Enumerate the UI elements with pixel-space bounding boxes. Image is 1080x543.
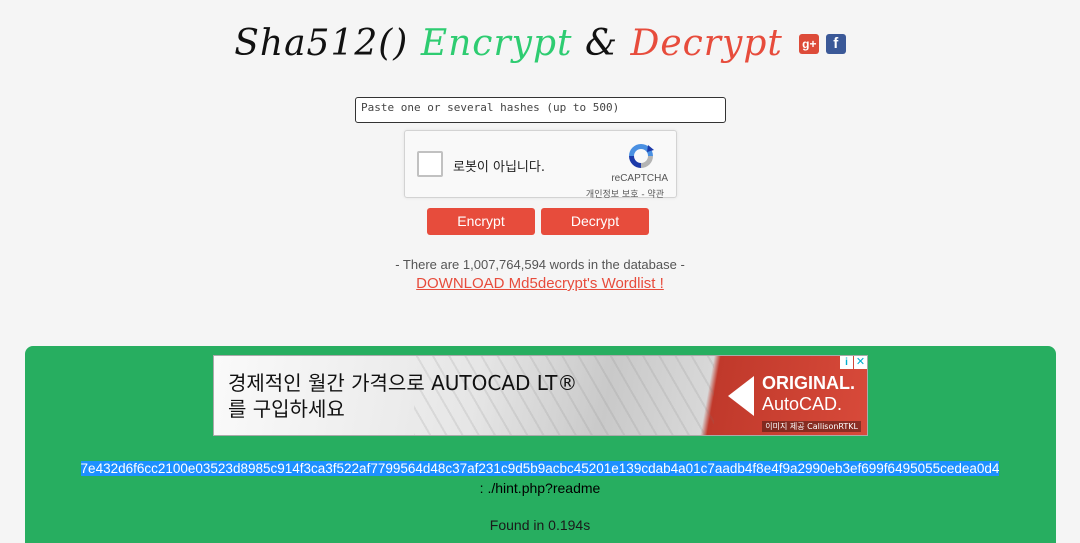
download-wordlist: DOWNLOAD Md5decrypt's Wordlist !	[0, 275, 1080, 292]
facebook-icon[interactable]: f	[825, 34, 846, 54]
ad-arrow-icon	[728, 376, 754, 416]
recaptcha-widget: 로봇이 아닙니다. reCAPTCHA 개인정보 보호 - 약관	[404, 130, 677, 200]
title-encrypt: Encrypt	[420, 23, 573, 64]
ad-headline-line2: 를 구입하세요	[228, 397, 345, 421]
ad-image-credit: 이미지 제공 CallisonRTKL	[762, 421, 861, 432]
database-count: - There are 1,007,764,594 words in the d…	[395, 257, 685, 272]
google-plus-icon[interactable]: g+	[799, 34, 820, 54]
recaptcha-checkbox[interactable]	[417, 151, 443, 177]
result-decoded-value: : ./hint.php?readme	[479, 480, 601, 496]
advertisement-banner[interactable]: 경제적인 월간 가격으로 AUTOCAD LT® 를 구입하세요 ORIGINA…	[213, 355, 868, 436]
download-wordlist-link[interactable]: DOWNLOAD Md5decrypt's Wordlist !	[416, 275, 664, 292]
social-links: g+ f	[797, 34, 846, 54]
title-ampersand: &	[584, 23, 618, 64]
title-decrypt: Decrypt	[630, 23, 783, 64]
title-sha512: Sha512()	[234, 23, 409, 64]
ad-badge-line2: AutoCAD.	[762, 394, 843, 414]
recaptcha-label: 로봇이 아닙니다.	[453, 160, 545, 175]
recaptcha-privacy-links[interactable]: 개인정보 보호 - 약관	[586, 187, 664, 200]
recaptcha-logo-icon	[629, 144, 654, 168]
ad-badge-line1: ORIGINAL.	[762, 373, 855, 393]
ad-info-icon[interactable]: i	[840, 356, 853, 369]
recaptcha-brand: reCAPTCHA	[611, 173, 668, 184]
decrypt-button[interactable]: Decrypt	[541, 208, 649, 235]
hash-input[interactable]	[355, 97, 726, 123]
result-hash-text[interactable]: 7e432d6f6cc2100e03523d8985c914f3ca3f522a…	[80, 461, 1000, 476]
result-hash: 7e432d6f6cc2100e03523d8985c914f3ca3f522a…	[0, 460, 1080, 478]
page-title: Sha512() Encrypt & Decrypt	[234, 20, 783, 68]
result-found-time: Found in 0.194s	[489, 517, 591, 533]
encrypt-button[interactable]: Encrypt	[427, 208, 535, 235]
ad-headline: 경제적인 월간 가격으로 AUTOCAD LT® 를 구입하세요	[228, 370, 577, 422]
header: Sha512() Encrypt & Decrypt g+ f	[0, 20, 1080, 68]
ad-close-icon[interactable]: ✕	[854, 356, 867, 369]
ad-headline-line1: 경제적인 월간 가격으로 AUTOCAD LT®	[228, 371, 578, 395]
